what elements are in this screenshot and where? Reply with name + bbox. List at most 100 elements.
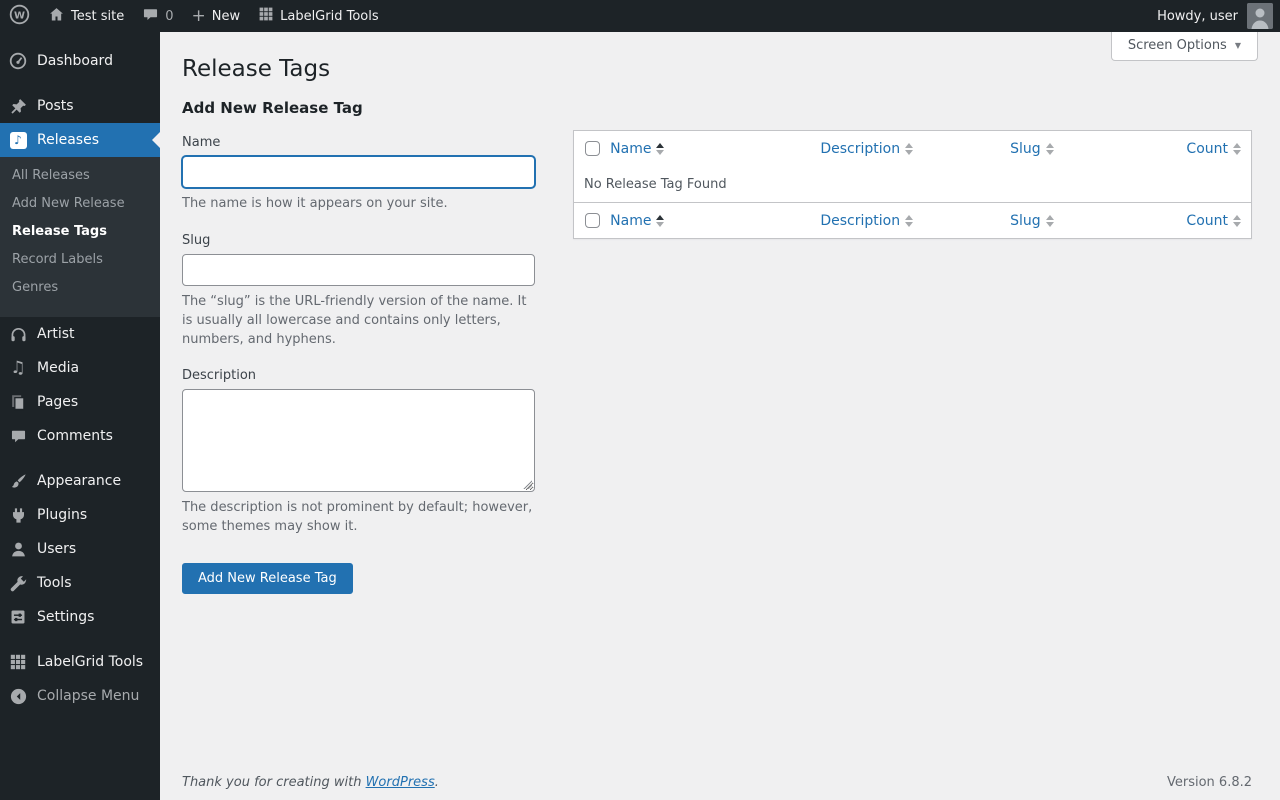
- submenu-release-tags[interactable]: Release Tags: [0, 218, 160, 246]
- grid-icon: [258, 6, 274, 26]
- sort-by-count-link[interactable]: Count: [1186, 141, 1241, 157]
- sort-arrows-icon: [1233, 143, 1241, 155]
- sort-arrows-icon: [905, 143, 913, 155]
- sidebar-item-label: Artist: [37, 326, 75, 342]
- admin-sidebar: Dashboard Posts ♪ Releases All Releases …: [0, 32, 160, 800]
- paintbrush-icon: [8, 471, 28, 491]
- submenu-record-labels[interactable]: Record Labels: [0, 246, 160, 274]
- sidebar-item-label: Posts: [37, 98, 74, 114]
- sidebar-item-label: Appearance: [37, 473, 121, 489]
- name-label: Name: [182, 135, 535, 156]
- sidebar-item-settings[interactable]: Settings: [0, 600, 160, 634]
- select-all-checkbox[interactable]: [585, 213, 600, 228]
- sidebar-item-label: Tools: [37, 575, 72, 591]
- home-icon: [48, 6, 65, 27]
- description-help-text: The description is not prominent by defa…: [182, 499, 535, 537]
- plugin-icon: [8, 505, 28, 525]
- sort-arrows-icon: [656, 143, 664, 155]
- sidebar-item-users[interactable]: Users: [0, 532, 160, 566]
- sort-arrows-icon: [1046, 215, 1054, 227]
- comments-icon: [8, 426, 28, 446]
- sidebar-item-pages[interactable]: Pages: [0, 385, 160, 419]
- labelgrid-tools-menu[interactable]: LabelGrid Tools: [249, 0, 388, 32]
- name-input[interactable]: [182, 156, 535, 188]
- sidebar-item-label: Settings: [37, 609, 94, 625]
- sidebar-item-labelgrid-tools[interactable]: LabelGrid Tools: [0, 645, 160, 679]
- sidebar-item-label: Collapse Menu: [37, 688, 139, 704]
- submenu-genres[interactable]: Genres: [0, 274, 160, 302]
- sort-by-description-link[interactable]: Description: [820, 141, 913, 157]
- new-content-menu[interactable]: + New: [183, 0, 250, 32]
- new-label: New: [212, 9, 240, 24]
- sidebar-item-label: Releases: [37, 132, 99, 148]
- sidebar-item-label: Comments: [37, 428, 113, 444]
- sidebar-item-artist[interactable]: Artist: [0, 317, 160, 351]
- wordpress-logo-icon: W: [9, 4, 30, 29]
- sort-by-slug-link[interactable]: Slug: [1010, 141, 1054, 157]
- sort-arrows-icon: [905, 215, 913, 227]
- site-name-menu[interactable]: Test site: [39, 0, 133, 32]
- wordpress-link[interactable]: WordPress: [366, 775, 435, 790]
- page-title: Release Tags: [182, 32, 1252, 87]
- sidebar-item-media[interactable]: ♫ Media: [0, 351, 160, 385]
- screen-options-button[interactable]: Screen Options ▼: [1111, 32, 1258, 61]
- sidebar-item-appearance[interactable]: Appearance: [0, 464, 160, 498]
- admin-bar: W Test site 0 + New LabelGrid Tools How: [0, 0, 1280, 32]
- description-textarea[interactable]: [182, 389, 535, 492]
- sidebar-item-label: Media: [37, 360, 79, 376]
- sort-by-name-link[interactable]: Name: [610, 141, 664, 157]
- user-avatar[interactable]: [1247, 3, 1273, 29]
- wrench-icon: [8, 573, 28, 593]
- sidebar-item-releases[interactable]: ♪ Releases: [0, 123, 160, 157]
- add-new-release-tag-button[interactable]: Add New Release Tag: [182, 563, 353, 594]
- submenu-add-new-release[interactable]: Add New Release: [0, 190, 160, 218]
- submenu-all-releases[interactable]: All Releases: [0, 162, 160, 190]
- sort-arrows-icon: [1233, 215, 1241, 227]
- sort-arrows-icon: [1046, 143, 1054, 155]
- release-tags-table: Name Description Slug: [573, 130, 1252, 239]
- table-footer-row: Name Description Slug: [574, 203, 1252, 239]
- grid-icon: [8, 652, 28, 672]
- sidebar-item-label: Plugins: [37, 507, 87, 523]
- site-name-label: Test site: [71, 9, 124, 24]
- sidebar-item-label: Dashboard: [37, 53, 113, 69]
- sidebar-item-label: LabelGrid Tools: [37, 654, 143, 670]
- dashboard-icon: [8, 51, 28, 71]
- tags-table-container: Name Description Slug: [573, 130, 1252, 239]
- slug-input[interactable]: [182, 254, 535, 286]
- form-heading: Add New Release Tag: [182, 99, 535, 117]
- comments-menu[interactable]: 0: [133, 0, 182, 32]
- main-content: Screen Options ▼ Release Tags Add New Re…: [160, 32, 1280, 800]
- add-tag-form: Add New Release Tag Name The name is how…: [182, 99, 535, 594]
- footer-thanks-text: Thank you for creating with: [182, 775, 366, 790]
- comment-bubble-icon: [142, 6, 159, 27]
- sidebar-item-posts[interactable]: Posts: [0, 89, 160, 123]
- screen-options-label: Screen Options: [1128, 38, 1227, 53]
- sidebar-item-plugins[interactable]: Plugins: [0, 498, 160, 532]
- description-label: Description: [182, 368, 535, 389]
- svg-text:W: W: [14, 10, 25, 21]
- sidebar-item-comments[interactable]: Comments: [0, 419, 160, 453]
- comment-count: 0: [165, 9, 173, 24]
- sort-by-slug-link[interactable]: Slug: [1010, 213, 1054, 229]
- select-all-checkbox[interactable]: [585, 141, 600, 156]
- sidebar-item-collapse-menu[interactable]: Collapse Menu: [0, 679, 160, 713]
- wordpress-logo-menu[interactable]: W: [0, 0, 39, 32]
- name-help-text: The name is how it appears on your site.: [182, 195, 535, 214]
- howdy-label: Howdy, user: [1157, 9, 1238, 24]
- sidebar-item-dashboard[interactable]: Dashboard: [0, 44, 160, 78]
- plus-icon: +: [192, 8, 206, 25]
- version-text: Version 6.8.2: [1167, 775, 1252, 790]
- sort-by-description-link[interactable]: Description: [820, 213, 913, 229]
- pushpin-icon: [8, 96, 28, 116]
- headphones-icon: [8, 324, 28, 344]
- slug-label: Slug: [182, 233, 535, 254]
- empty-table-row: No Release Tag Found: [574, 167, 1252, 203]
- sidebar-item-tools[interactable]: Tools: [0, 566, 160, 600]
- sort-by-count-link[interactable]: Count: [1186, 213, 1241, 229]
- releases-submenu: All Releases Add New Release Release Tag…: [0, 157, 160, 317]
- howdy-user-menu[interactable]: Howdy, user: [1148, 0, 1240, 32]
- collapse-arrow-icon: [8, 686, 28, 706]
- sort-by-name-link[interactable]: Name: [610, 213, 664, 229]
- music-note-icon: ♪: [8, 130, 28, 150]
